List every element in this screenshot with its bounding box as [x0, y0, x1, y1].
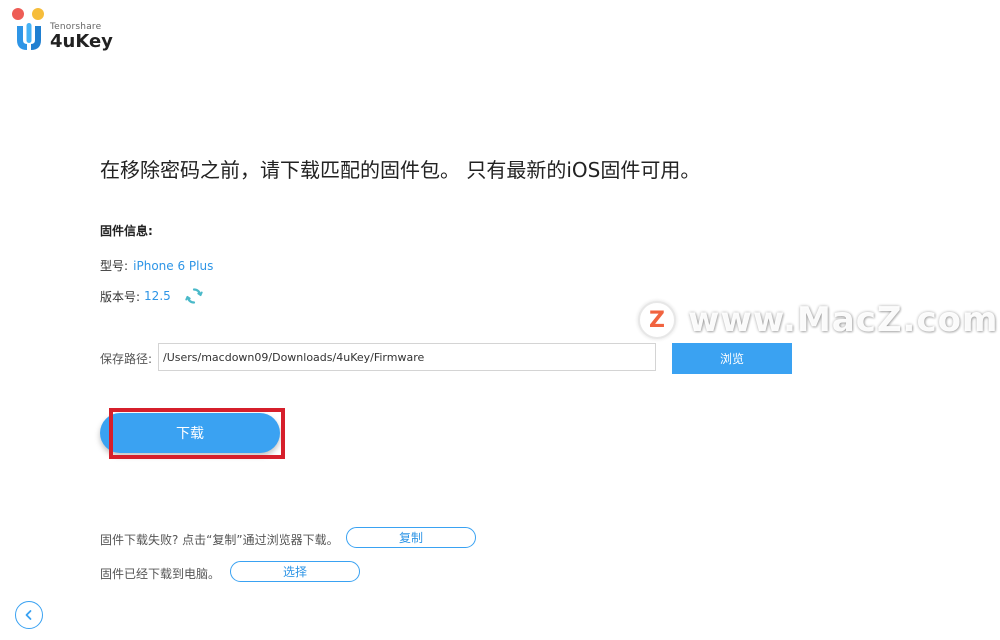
- app-logo: Tenorshare 4uKey: [14, 22, 113, 52]
- watermark-letter: Z: [649, 307, 665, 333]
- minimize-window-button[interactable]: [32, 8, 44, 20]
- close-window-button[interactable]: [12, 8, 24, 20]
- browse-button[interactable]: 浏览: [672, 343, 792, 374]
- app-name: 4uKey: [50, 31, 113, 52]
- version-row: 版本号: 12.5: [100, 287, 203, 305]
- download-failed-hint: 固件下载失败? 点击“复制”通过浏览器下载。: [100, 533, 339, 547]
- download-button[interactable]: 下载: [100, 413, 280, 453]
- select-button[interactable]: 选择: [230, 561, 360, 582]
- model-label: 型号:: [100, 259, 129, 273]
- save-path-input[interactable]: [158, 343, 656, 371]
- watermark: Z www.MacZ.com: [638, 300, 998, 340]
- refresh-icon[interactable]: [185, 287, 203, 305]
- watermark-text: www.MacZ.com: [688, 300, 999, 340]
- model-row: 型号: iPhone 6 Plus: [100, 255, 213, 274]
- version-value: 12.5: [144, 289, 171, 303]
- save-path-label: 保存路径:: [100, 352, 153, 366]
- version-label: 版本号:: [100, 289, 141, 304]
- back-button[interactable]: [15, 601, 43, 629]
- firmware-info-title: 固件信息:: [100, 224, 153, 238]
- window-controls: [12, 8, 44, 20]
- back-arrow-icon: [25, 610, 32, 620]
- watermark-logo-icon: Z: [638, 301, 676, 339]
- copy-button[interactable]: 复制: [346, 527, 476, 548]
- already-downloaded-hint: 固件已经下载到电脑。: [100, 567, 221, 581]
- model-value: iPhone 6 Plus: [133, 259, 214, 273]
- app-logo-icon: [17, 23, 41, 50]
- page-headline: 在移除密码之前，请下载匹配的固件包。 只有最新的iOS固件可用。: [100, 158, 701, 182]
